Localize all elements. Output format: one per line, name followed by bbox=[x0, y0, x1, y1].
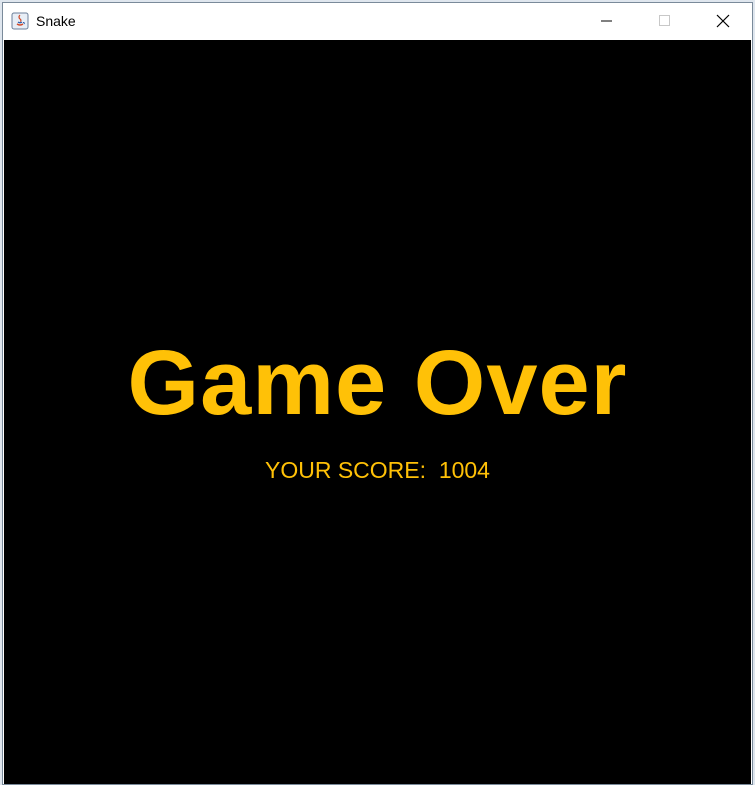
title-bar[interactable]: Snake bbox=[3, 3, 752, 39]
game-over-title: Game Over bbox=[127, 332, 628, 434]
game-canvas[interactable]: Game Over YOUR SCORE: 1004 bbox=[4, 40, 751, 784]
window-controls bbox=[578, 3, 752, 39]
score-value: 1004 bbox=[438, 457, 490, 483]
maximize-button[interactable] bbox=[636, 3, 694, 39]
maximize-icon bbox=[659, 15, 670, 26]
score-label: YOUR SCORE: bbox=[265, 457, 427, 483]
score-display: YOUR SCORE: 1004 bbox=[4, 455, 751, 485]
close-button[interactable] bbox=[694, 3, 752, 39]
snake-window: Snake Game Over YOUR SCORE: 1004 bbox=[2, 2, 753, 785]
minimize-button[interactable] bbox=[578, 3, 636, 39]
minimize-icon bbox=[601, 20, 612, 22]
close-icon bbox=[716, 14, 730, 28]
java-icon bbox=[11, 12, 29, 30]
window-title: Snake bbox=[36, 13, 76, 29]
